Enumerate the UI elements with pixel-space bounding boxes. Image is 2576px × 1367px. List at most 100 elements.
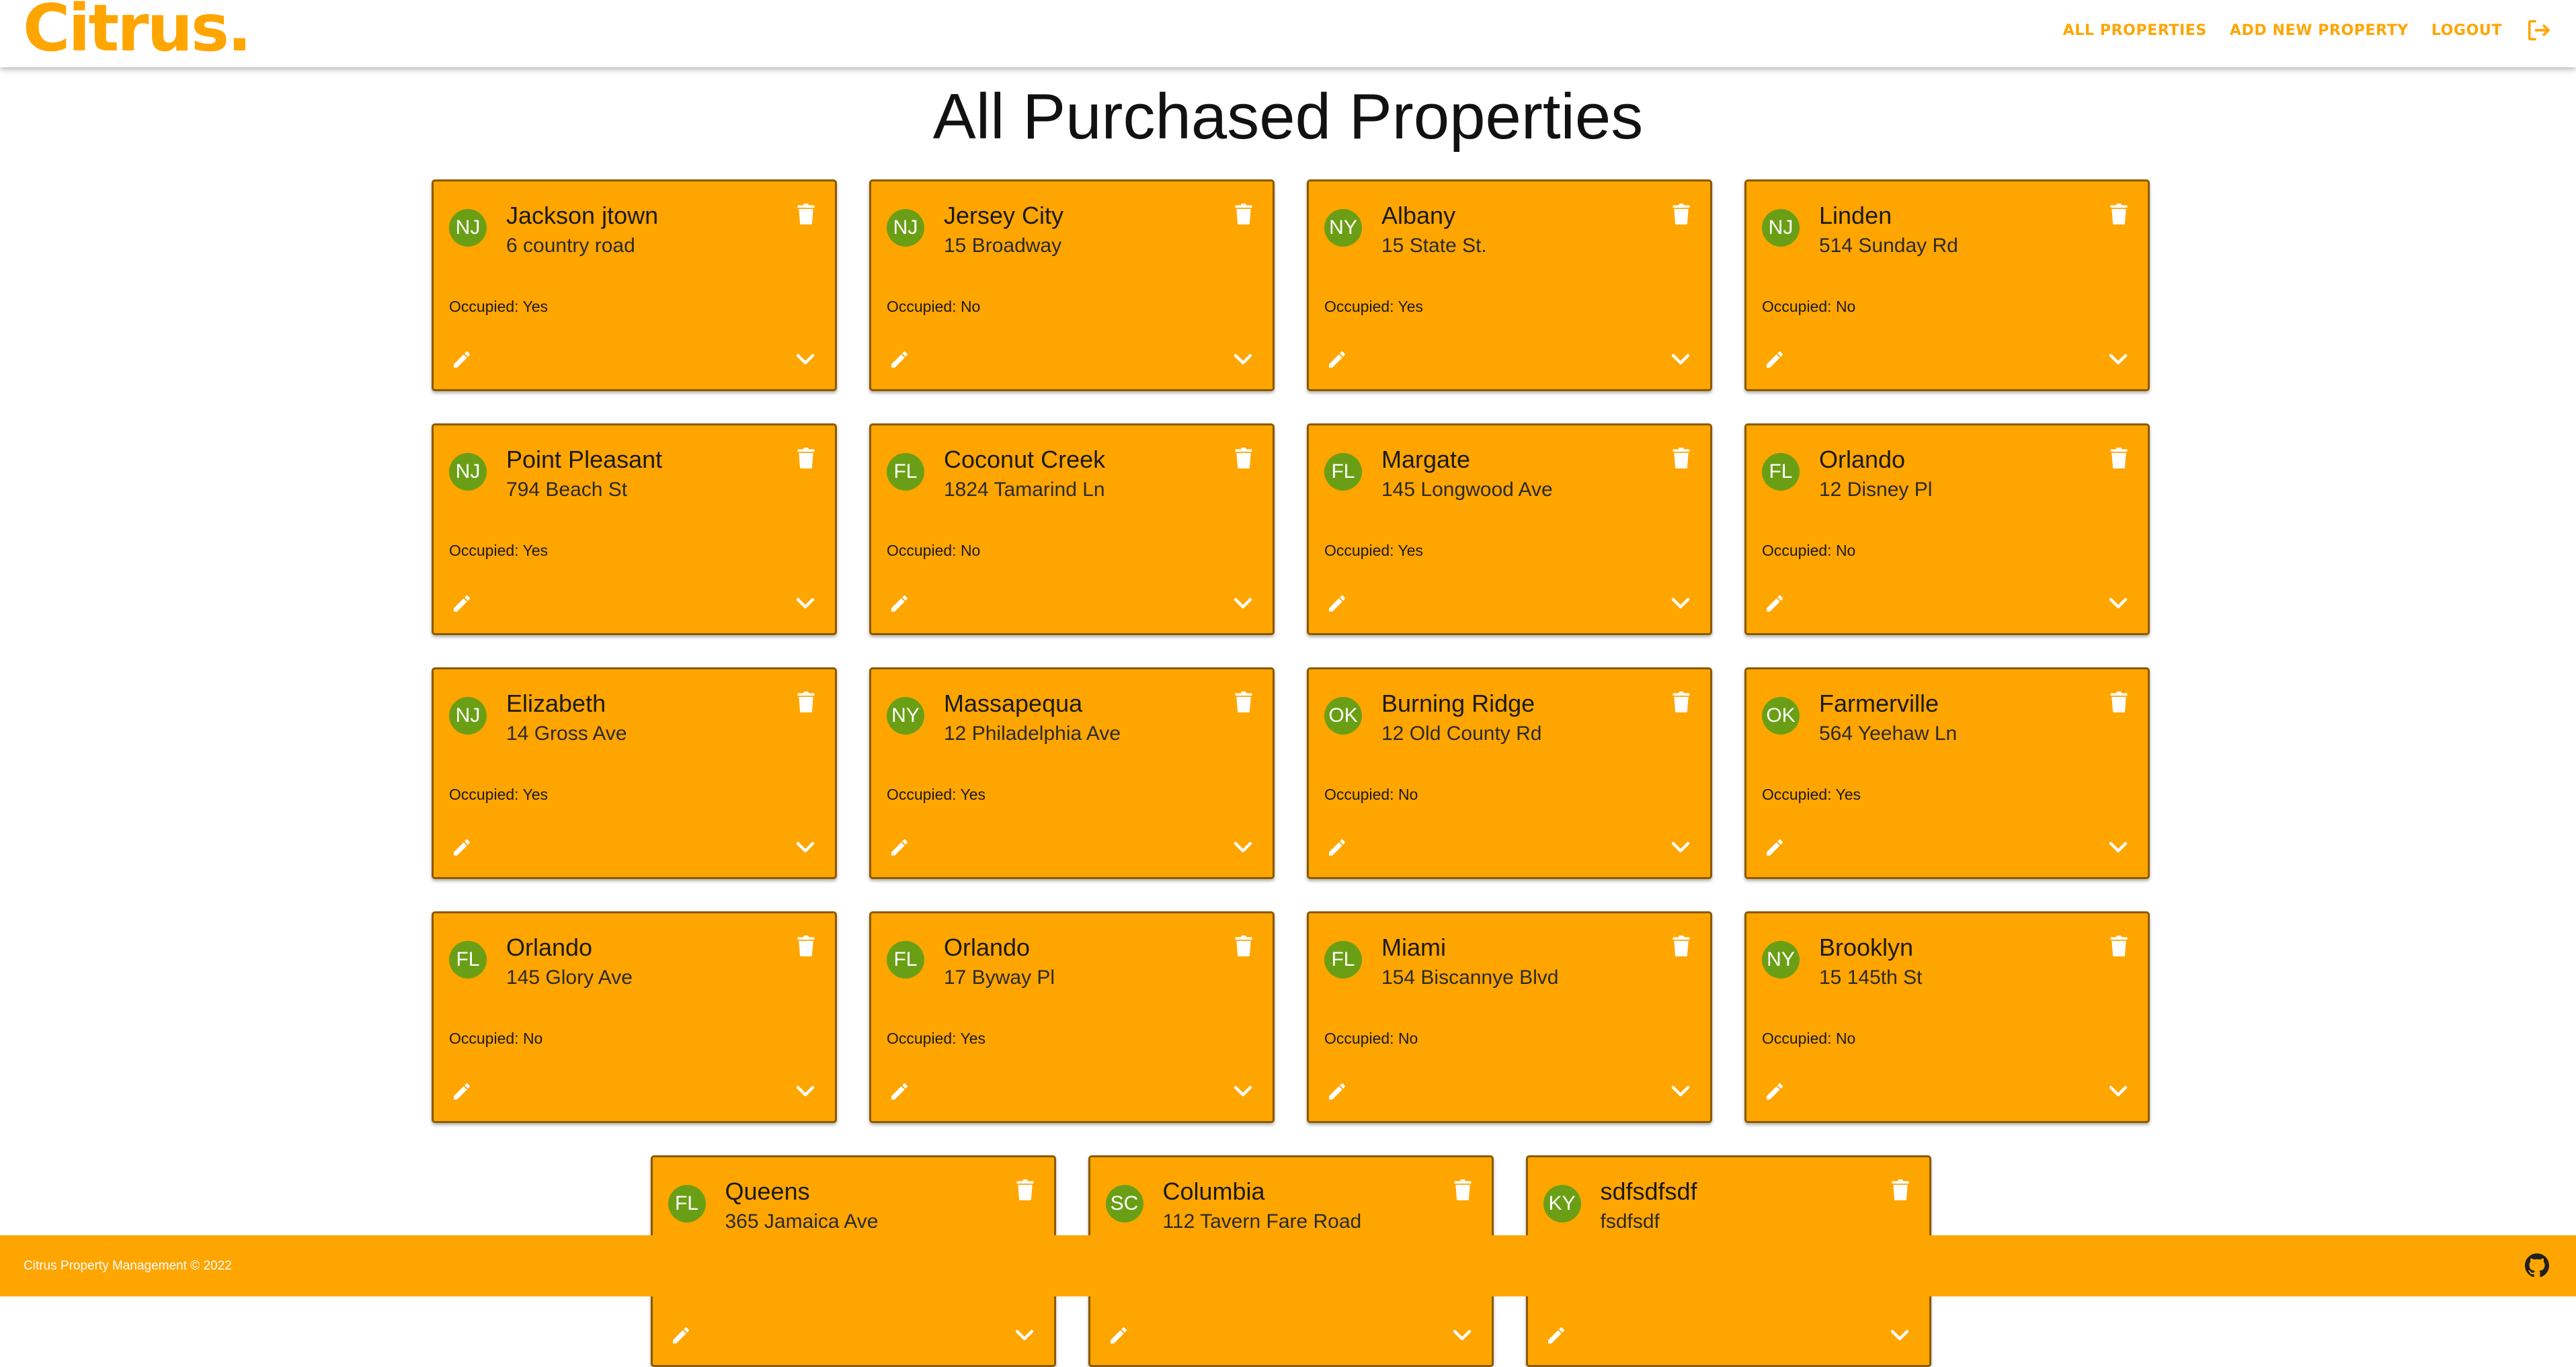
trash-icon[interactable]: [1016, 1179, 1034, 1200]
pencil-icon[interactable]: [451, 593, 473, 614]
pencil-icon[interactable]: [1764, 593, 1785, 614]
pencil-icon[interactable]: [1326, 1081, 1348, 1102]
trash-icon[interactable]: [1673, 447, 1690, 468]
pencil-icon[interactable]: [451, 349, 473, 370]
chevron-down-icon[interactable]: [1234, 353, 1252, 366]
property-city: Orlando: [944, 934, 1031, 961]
property-card: NJ Linden 514 Sunday Rd Occupied: No: [1744, 179, 2150, 391]
chevron-down-icon[interactable]: [1234, 1085, 1252, 1098]
property-card: FL Coconut Creek 1824 Tamarind Ln Occupi…: [869, 423, 1275, 635]
property-city: Albany: [1381, 202, 1456, 229]
property-street: 15 Broadway: [944, 235, 1062, 257]
pencil-icon[interactable]: [451, 1081, 473, 1102]
chevron-down-icon[interactable]: [796, 597, 815, 610]
trash-icon[interactable]: [1235, 203, 1252, 224]
trash-icon[interactable]: [797, 447, 815, 468]
pencil-icon[interactable]: [1764, 837, 1785, 858]
chevron-down-icon[interactable]: [2109, 841, 2128, 854]
logout-icon[interactable]: [2525, 17, 2552, 44]
trash-icon[interactable]: [1235, 447, 1252, 468]
pencil-icon[interactable]: [889, 593, 910, 614]
property-card: FL Orlando 17 Byway Pl Occupied: Yes: [869, 911, 1275, 1123]
state-avatar: FL: [449, 941, 487, 979]
occupied-status: Occupied: No: [449, 1030, 543, 1047]
state-avatar: NY: [1762, 941, 1800, 979]
trash-icon[interactable]: [2110, 203, 2128, 224]
state-avatar: NJ: [887, 209, 924, 247]
chevron-down-icon[interactable]: [2109, 1085, 2128, 1098]
chevron-down-icon[interactable]: [1890, 1329, 1909, 1342]
chevron-down-icon[interactable]: [2109, 353, 2128, 366]
citrus-logo[interactable]: Citrus.: [23, 0, 252, 60]
chevron-down-icon[interactable]: [2109, 597, 2128, 610]
github-icon[interactable]: [2525, 1253, 2549, 1278]
chevron-down-icon[interactable]: [1671, 597, 1690, 610]
property-street: 112 Tavern Fare Road: [1162, 1210, 1362, 1233]
navbar: Citrus. ALL PROPERTIES ADD NEW PROPERTY …: [0, 0, 2576, 67]
trash-icon[interactable]: [1235, 691, 1252, 712]
trash-icon[interactable]: [2110, 691, 2128, 712]
chevron-down-icon[interactable]: [1234, 597, 1252, 610]
chevron-down-icon[interactable]: [796, 1085, 815, 1098]
state-avatar: NJ: [449, 697, 487, 735]
trash-icon[interactable]: [797, 935, 815, 956]
trash-icon[interactable]: [1673, 203, 1690, 224]
property-card: NY Massapequa 12 Philadelphia Ave Occupi…: [869, 667, 1275, 879]
nav-add-new-property[interactable]: ADD NEW PROPERTY: [2230, 22, 2409, 39]
chevron-down-icon[interactable]: [1671, 353, 1690, 366]
occupied-status: Occupied: Yes: [449, 542, 549, 559]
chevron-down-icon[interactable]: [1671, 841, 1690, 854]
state-avatar: FL: [1762, 453, 1800, 491]
property-street: 6 country road: [506, 235, 635, 257]
pencil-icon[interactable]: [1764, 1081, 1785, 1102]
trash-icon[interactable]: [2110, 935, 2128, 956]
property-card: FL Orlando 12 Disney Pl Occupied: No: [1744, 423, 2150, 635]
pencil-icon[interactable]: [889, 1081, 910, 1102]
property-city: Point Pleasant: [506, 446, 663, 473]
state-avatar: NJ: [449, 209, 487, 247]
chevron-down-icon[interactable]: [796, 353, 815, 366]
chevron-down-icon[interactable]: [1015, 1329, 1034, 1342]
occupied-status: Occupied: No: [887, 542, 981, 559]
occupied-status: Occupied: No: [1762, 542, 1856, 559]
property-city: Elizabeth: [506, 690, 606, 717]
trash-icon[interactable]: [797, 691, 815, 712]
pencil-icon[interactable]: [1326, 837, 1348, 858]
pencil-icon[interactable]: [1764, 349, 1785, 370]
pencil-icon[interactable]: [451, 837, 473, 858]
property-city: Jackson jtown: [506, 202, 659, 229]
occupied-status: Occupied: Yes: [887, 786, 986, 803]
property-street: 12 Philadelphia Ave: [944, 722, 1121, 745]
state-avatar: SC: [1105, 1185, 1143, 1223]
trash-icon[interactable]: [797, 203, 815, 224]
pencil-icon[interactable]: [889, 837, 910, 858]
nav-links: ALL PROPERTIES ADD NEW PROPERTY LOGOUT: [2063, 0, 2552, 60]
property-city: Linden: [1819, 202, 1892, 229]
occupied-status: Occupied: No: [1762, 298, 1856, 315]
trash-icon[interactable]: [1673, 691, 1690, 712]
chevron-down-icon[interactable]: [1671, 1085, 1690, 1098]
property-street: 15 State St.: [1381, 235, 1487, 257]
trash-icon[interactable]: [1673, 935, 1690, 956]
pencil-icon[interactable]: [1545, 1325, 1567, 1346]
pencil-icon[interactable]: [670, 1325, 692, 1346]
property-street: 794 Beach St: [506, 479, 628, 501]
pencil-icon[interactable]: [1108, 1325, 1129, 1346]
pencil-icon[interactable]: [889, 349, 910, 370]
pencil-icon[interactable]: [1326, 349, 1348, 370]
trash-icon[interactable]: [2110, 447, 2128, 468]
property-card: FL Miami 154 Biscannye Blvd Occupied: No: [1307, 911, 1712, 1123]
state-avatar: FL: [668, 1185, 706, 1223]
trash-icon[interactable]: [1235, 935, 1252, 956]
nav-logout[interactable]: LOGOUT: [2431, 22, 2502, 39]
property-city: sdfsdfsdf: [1600, 1177, 1697, 1205]
trash-icon[interactable]: [1454, 1179, 1472, 1200]
chevron-down-icon[interactable]: [1234, 841, 1252, 854]
chevron-down-icon[interactable]: [796, 841, 815, 854]
pencil-icon[interactable]: [1326, 593, 1348, 614]
trash-icon[interactable]: [1892, 1179, 1909, 1200]
property-card: OK Burning Ridge 12 Old County Rd Occupi…: [1307, 667, 1712, 879]
property-city: Columbia: [1162, 1177, 1265, 1205]
chevron-down-icon[interactable]: [1453, 1329, 1472, 1342]
nav-all-properties[interactable]: ALL PROPERTIES: [2063, 22, 2207, 39]
